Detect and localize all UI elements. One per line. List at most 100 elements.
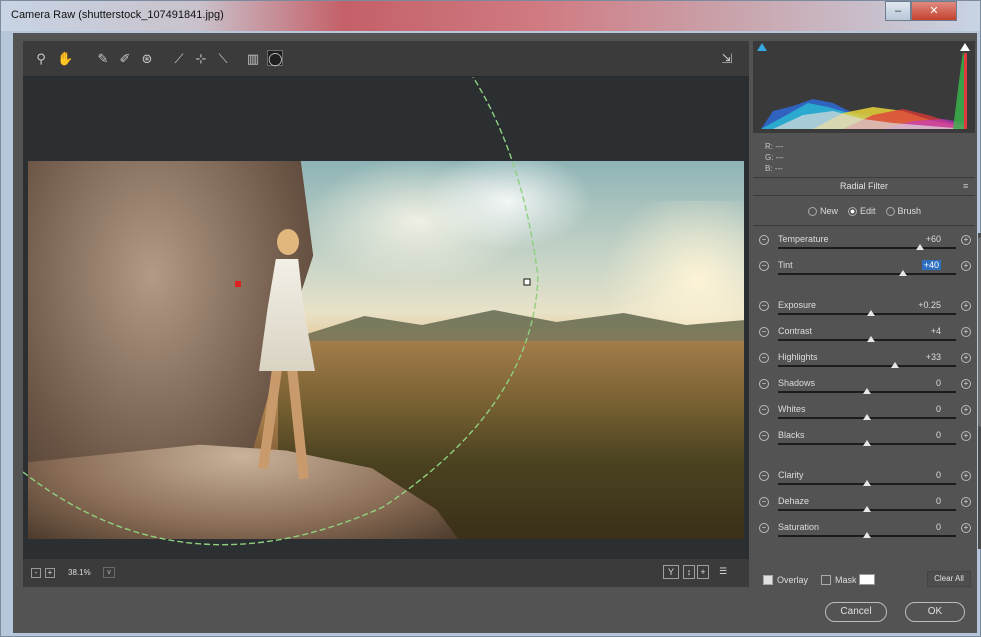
slider-value[interactable]: 0 [936,496,941,506]
increase-icon[interactable]: + [961,405,971,415]
export-icon[interactable]: ⇲ [719,51,735,67]
increase-icon[interactable]: + [961,327,971,337]
slider-value[interactable]: 0 [936,404,941,414]
ok-button[interactable]: OK [905,602,965,622]
graduated-filter-icon[interactable]: ▥ [245,51,261,67]
slider-contrast[interactable]: − Contrast +4 + [753,325,975,351]
slider-track[interactable] [778,365,956,367]
slider-shadows[interactable]: − Shadows 0 + [753,377,975,403]
radial-filter-overlay[interactable] [23,77,749,559]
window-title: Camera Raw (shutterstock_107491841.jpg) [11,9,224,21]
slider-thumb[interactable] [863,388,871,394]
title-bar[interactable]: Camera Raw (shutterstock_107491841.jpg) … [1,1,980,31]
overlay-checkbox[interactable] [763,575,773,585]
slider-thumb[interactable] [866,310,875,316]
decrease-icon[interactable]: − [759,379,769,389]
close-button[interactable]: ✕ [911,1,957,21]
copy-settings-button[interactable]: + [697,565,709,579]
slider-thumb[interactable] [863,506,871,512]
preview-settings-icon[interactable]: ☰ [715,565,731,579]
mode-new-label: New [820,206,839,216]
zoom-dropdown[interactable]: v [103,567,115,578]
slider-value[interactable]: 0 [936,430,941,440]
decrease-icon[interactable]: − [759,327,769,337]
slider-thumb[interactable] [863,414,871,420]
increase-icon[interactable]: + [961,431,971,441]
slider-value[interactable]: +4 [931,326,941,336]
clear-all-button[interactable]: Clear All [927,571,971,587]
increase-icon[interactable]: + [961,523,971,533]
decrease-icon[interactable]: − [759,301,769,311]
slider-blacks[interactable]: − Blacks 0 + [753,429,975,455]
increase-icon[interactable]: + [961,353,971,363]
decrease-icon[interactable]: − [759,431,769,441]
slider-label: Saturation [778,522,820,532]
zoom-out-button[interactable]: - [31,568,41,578]
white-balance-icon[interactable]: ✎ [95,51,111,67]
slider-value[interactable]: +0.25 [918,300,941,310]
color-sampler-icon[interactable]: ✐ [117,51,133,67]
slider-dehaze[interactable]: − Dehaze 0 + [753,495,975,521]
slider-value[interactable]: +33 [926,352,941,362]
slider-value[interactable]: +60 [926,234,941,244]
zoom-level: 38.1% [68,568,91,577]
panel-title: Radial Filter [839,181,888,191]
slider-value[interactable]: 0 [936,470,941,480]
slider-value[interactable]: 0 [936,522,941,532]
increase-icon[interactable]: + [961,301,971,311]
slider-exposure[interactable]: − Exposure +0.25 + [753,299,975,325]
targeted-adjustment-icon[interactable]: ⊛ [139,51,155,67]
increase-icon[interactable]: + [961,261,971,271]
mode-edit-radio[interactable]: Edit [848,206,876,216]
increase-icon[interactable]: + [961,379,971,389]
mask-checkbox[interactable] [821,575,831,585]
decrease-icon[interactable]: − [759,497,769,507]
decrease-icon[interactable]: − [759,405,769,415]
panel-menu-icon[interactable]: ≡ [963,181,968,191]
slider-thumb[interactable] [863,440,871,446]
slider-track[interactable] [778,273,956,275]
slider-thumb[interactable] [866,336,875,342]
mask-color-swatch[interactable] [859,574,875,585]
slider-highlights[interactable]: − Highlights +33 + [753,351,975,377]
slider-tint[interactable]: − Tint +40 + [753,259,975,285]
minimize-button[interactable]: – [885,1,911,21]
increase-icon[interactable]: + [961,471,971,481]
adjustment-brush-icon[interactable]: ⟍ [215,51,231,67]
spot-removal-icon[interactable]: ⊹ [193,51,209,67]
hand-icon[interactable]: ✋ [57,51,73,67]
mode-new-radio[interactable]: New [808,206,838,216]
slider-thumb[interactable] [863,532,871,538]
slider-saturation[interactable]: − Saturation 0 + [753,521,975,547]
before-after-button[interactable]: Y [663,565,679,579]
decrease-icon[interactable]: − [759,353,769,363]
zoom-icon[interactable]: ⚲ [33,51,49,67]
slider-thumb[interactable] [898,270,907,276]
slider-clarity[interactable]: − Clarity 0 + [753,469,975,495]
mask-label: Mask [835,575,857,585]
increase-icon[interactable]: + [961,235,971,245]
slider-value[interactable]: +40 [921,260,941,270]
slider-thumb[interactable] [891,362,900,368]
cancel-button[interactable]: Cancel [825,602,887,622]
slider-thumb[interactable] [863,480,871,486]
increase-icon[interactable]: + [961,497,971,507]
slider-label: Dehaze [778,496,810,506]
tool-bar: ⇲ ⚲ ✋ ✎ ✐ ⊛ ⟋ ⊹ ⟍ ▥ ◯ [23,41,749,77]
decrease-icon[interactable]: − [759,471,769,481]
mode-brush-radio[interactable]: Brush [885,206,921,216]
decrease-icon[interactable]: − [759,523,769,533]
decrease-icon[interactable]: − [759,261,769,271]
slider-temperature[interactable]: − Temperature +60 + [753,233,975,259]
zoom-in-button[interactable]: + [45,568,55,578]
straighten-icon[interactable]: ⟋ [171,51,187,67]
rgb-label-r: R: [765,142,773,151]
swap-settings-button[interactable]: ↕ [683,565,695,579]
radial-filter-icon[interactable]: ◯ [267,50,283,66]
slider-thumb[interactable] [916,244,925,250]
slider-track[interactable] [778,247,956,249]
decrease-icon[interactable]: − [759,235,769,245]
slider-value[interactable]: 0 [936,378,941,388]
image-canvas[interactable] [23,77,749,559]
slider-whites[interactable]: − Whites 0 + [753,403,975,429]
